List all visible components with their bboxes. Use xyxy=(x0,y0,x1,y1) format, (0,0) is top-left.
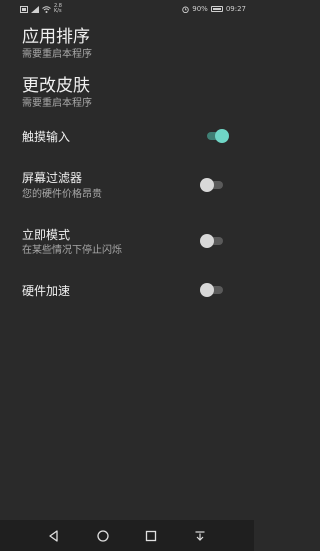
network-speed-unit: K/s xyxy=(54,8,62,14)
toggle-thumb xyxy=(200,234,214,248)
signal-icon xyxy=(31,5,39,13)
home-button[interactable] xyxy=(96,529,110,543)
hardware-accel-title: 硬件加速 xyxy=(22,284,71,298)
hardware-accel-item[interactable]: 硬件加速 xyxy=(0,276,254,306)
back-icon xyxy=(49,529,58,542)
toggle-thumb xyxy=(200,178,214,192)
instant-mode-subtitle: 在某些情况下停止闪烁 xyxy=(22,245,122,256)
notification-shade-icon xyxy=(195,530,205,541)
status-bar: 2.8 K/s 90% 09:27 xyxy=(0,0,254,18)
sim-icon xyxy=(20,5,28,13)
back-button[interactable] xyxy=(47,529,61,543)
instant-mode-item[interactable]: 立即模式 在某些情况下停止闪烁 xyxy=(0,225,254,263)
touch-input-item[interactable]: 触摸输入 xyxy=(0,122,254,152)
instant-mode-toggle[interactable] xyxy=(200,234,225,248)
toggle-thumb xyxy=(215,129,229,143)
change-skin-item[interactable]: 更改皮肤 需要重启本程序 xyxy=(22,76,92,110)
status-left: 2.8 K/s xyxy=(20,4,62,14)
toggle-thumb xyxy=(200,283,214,297)
touch-input-toggle[interactable] xyxy=(205,129,229,143)
screen-filter-title: 屏幕过滤器 xyxy=(22,171,83,185)
alarm-icon xyxy=(182,6,189,13)
notification-shade-button[interactable] xyxy=(193,529,207,543)
app-sort-item[interactable]: 应用排序 需要重启本程序 xyxy=(22,27,92,61)
touch-input-title: 触摸输入 xyxy=(22,130,71,144)
change-skin-title: 更改皮肤 xyxy=(22,76,90,96)
screen-filter-item[interactable]: 屏幕过滤器 您的硬件价格昂贵 xyxy=(0,168,254,206)
home-icon xyxy=(97,529,109,542)
screen-filter-toggle[interactable] xyxy=(200,178,225,192)
wifi-icon xyxy=(42,5,51,13)
status-right: 90% 09:27 xyxy=(182,5,246,13)
app-sort-subtitle: 需要重启本程序 xyxy=(22,49,92,60)
clock: 09:27 xyxy=(225,5,246,13)
change-skin-subtitle: 需要重启本程序 xyxy=(22,98,92,109)
battery-icon xyxy=(210,6,223,12)
recents-icon xyxy=(146,530,157,541)
app-sort-title: 应用排序 xyxy=(22,27,90,47)
screen-filter-subtitle: 您的硬件价格昂贵 xyxy=(22,189,102,200)
battery-percent: 90% xyxy=(192,5,208,13)
network-speed: 2.8 K/s xyxy=(54,4,62,14)
instant-mode-title: 立即模式 xyxy=(22,228,71,242)
navigation-bar xyxy=(0,520,254,551)
recents-button[interactable] xyxy=(144,529,158,543)
hardware-accel-toggle[interactable] xyxy=(200,283,225,297)
